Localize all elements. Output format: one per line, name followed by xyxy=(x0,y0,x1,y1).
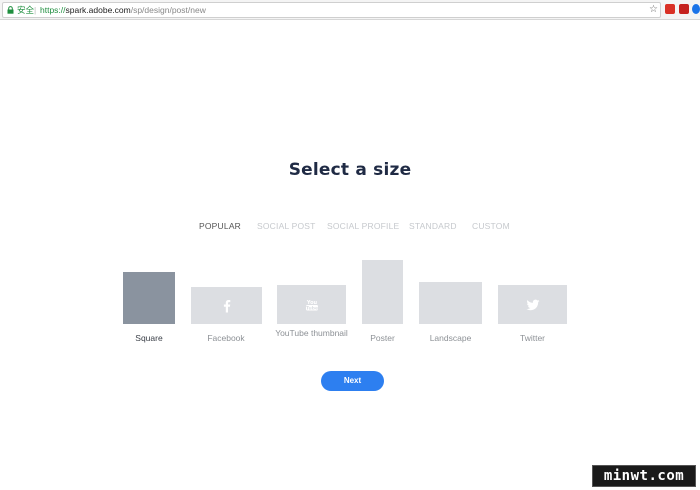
url-scheme: https:// xyxy=(40,5,66,15)
browser-address-bar: 安全 | https://spark.adobe.com/sp/design/p… xyxy=(0,0,700,20)
size-card-youtube-thumbnail[interactable]: You Tube xyxy=(277,285,346,324)
size-label-twitter: Twitter xyxy=(519,333,546,343)
lock-icon xyxy=(7,6,14,14)
tab-social-profile[interactable]: SOCIAL PROFILE xyxy=(327,221,399,231)
url-separator: | xyxy=(34,5,37,15)
tab-social-post[interactable]: SOCIAL POST xyxy=(257,221,316,231)
svg-text:Tube: Tube xyxy=(305,305,317,311)
size-label-poster: Poster xyxy=(370,333,395,343)
page-title: Select a size xyxy=(288,160,412,180)
size-label-facebook: Facebook xyxy=(207,333,245,343)
url-path: /sp/design/post/new xyxy=(130,5,206,15)
size-card-facebook[interactable] xyxy=(191,287,262,324)
url-text: https://spark.adobe.com/sp/design/post/n… xyxy=(40,3,206,17)
size-card-twitter[interactable] xyxy=(498,285,567,324)
tab-popular[interactable]: POPULAR xyxy=(199,221,241,231)
size-label-youtube-thumbnail: YouTube thumbnail xyxy=(275,328,348,338)
extension-icon[interactable] xyxy=(665,4,675,14)
gmail-extension-icon[interactable] xyxy=(679,4,689,14)
tab-standard[interactable]: STANDARD xyxy=(409,221,457,231)
youtube-icon: You Tube xyxy=(305,300,317,311)
tab-custom[interactable]: CUSTOM xyxy=(472,221,510,231)
url-host: spark.adobe.com xyxy=(65,5,131,15)
size-label-square: Square xyxy=(135,333,163,343)
size-category-tabs: POPULAR SOCIAL POST SOCIAL PROFILE STAND… xyxy=(0,221,700,233)
size-card-landscape[interactable] xyxy=(419,282,482,324)
twitter-icon xyxy=(526,299,539,310)
next-button[interactable]: Next xyxy=(321,371,384,391)
size-label-landscape: Landscape xyxy=(429,333,472,343)
secure-label: 安全 xyxy=(17,5,35,15)
extension-globe-icon[interactable] xyxy=(692,4,700,14)
size-card-square[interactable] xyxy=(123,272,175,324)
star-icon[interactable]: ☆ xyxy=(649,3,658,17)
watermark-logo: minwt.com xyxy=(592,465,696,487)
facebook-icon xyxy=(223,299,230,312)
url-field[interactable]: 安全 | https://spark.adobe.com/sp/design/p… xyxy=(2,2,661,18)
size-card-poster[interactable] xyxy=(362,260,403,324)
